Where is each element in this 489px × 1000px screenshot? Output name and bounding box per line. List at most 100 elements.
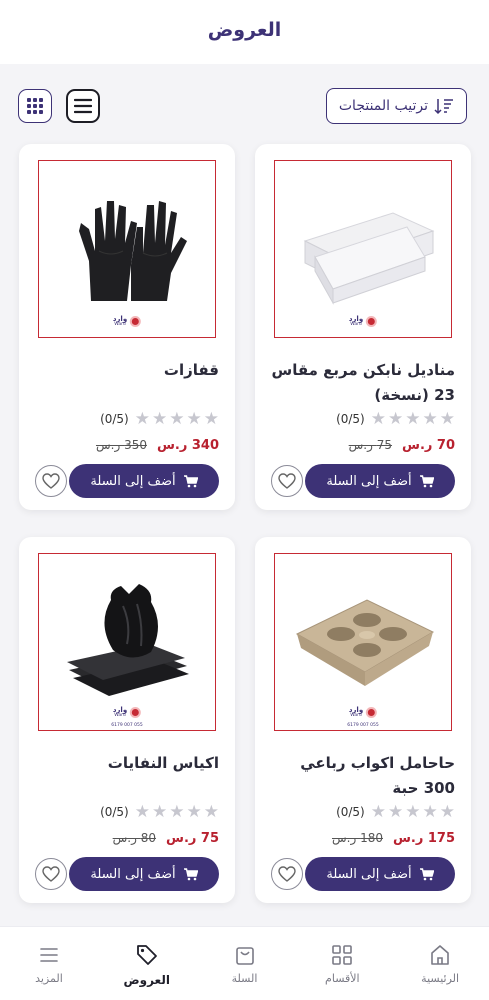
star-empty-icon: ★	[186, 801, 202, 822]
star-empty-icon: ★	[370, 408, 386, 429]
star-empty-icon: ★	[388, 408, 404, 429]
bottom-navigation: الرئيسية الأقسام السلة العروض المزيد	[0, 926, 489, 1000]
product-name[interactable]: مناديل نابكن مربع مقاس 23 (نسخة)	[271, 358, 455, 408]
cart-icon	[183, 867, 198, 880]
cup-holder-image	[295, 599, 435, 686]
price-row: 340 ر.س 350 ر.س	[35, 434, 219, 456]
add-to-cart-button[interactable]: أضف إلى السلة	[305, 857, 455, 891]
list-icon	[74, 98, 92, 114]
nav-label: الأقسام	[325, 972, 360, 985]
heart-icon	[42, 473, 60, 489]
add-to-cart-button[interactable]: أضف إلى السلة	[305, 464, 455, 498]
product-name[interactable]: اكياس النفايات	[35, 751, 219, 801]
sale-price: 175 ر.س	[392, 830, 455, 846]
napkins-image	[303, 212, 435, 305]
add-to-cart-button[interactable]: أضف إلى السلة	[69, 464, 219, 498]
rating-count: (0/5)	[100, 412, 129, 426]
home-icon	[431, 945, 449, 965]
sale-price: 340 ر.س	[156, 437, 219, 453]
nav-label: العروض	[123, 972, 170, 987]
nav-item-home[interactable]: الرئيسية	[395, 944, 485, 985]
card-actions: أضف إلى السلة	[271, 464, 455, 498]
product-grid: وارد Ward مناديل نابكن مربع مقاس 23 (نسخة…	[18, 144, 471, 903]
garbage-bags-image	[67, 584, 189, 696]
grid-view-button[interactable]	[18, 89, 52, 123]
favorite-button[interactable]	[271, 858, 303, 890]
nav-label: السلة	[231, 972, 258, 985]
star-empty-icon: ★	[405, 408, 421, 429]
star-empty-icon: ★	[152, 801, 168, 822]
app: العروض ترتيب المنتجات وارد Ward مناديل ن…	[0, 0, 489, 1000]
gloves-image	[79, 201, 187, 301]
product-name[interactable]: قفازات	[35, 358, 219, 408]
star-empty-icon: ★	[422, 801, 438, 822]
sort-icon	[434, 99, 453, 115]
product-card[interactable]: وارد Ward مناديل نابكن مربع مقاس 23 (نسخة…	[255, 144, 471, 510]
tag-icon	[136, 944, 157, 965]
star-empty-icon: ★	[134, 801, 150, 822]
add-to-cart-button[interactable]: أضف إلى السلة	[69, 857, 219, 891]
star-empty-icon: ★	[388, 801, 404, 822]
product-image: وارد Ward 055 007 6179	[274, 553, 452, 731]
nav-item-offers[interactable]: العروض	[102, 943, 192, 987]
page-title: العروض	[207, 19, 282, 41]
price-row: 75 ر.س 80 ر.س	[35, 827, 219, 849]
product-rating: ★ ★ ★ ★ ★ (0/5)	[35, 408, 219, 430]
categories-icon	[332, 945, 353, 965]
original-price: 350 ر.س	[95, 438, 147, 452]
menu-icon	[40, 948, 58, 962]
brand-logo: وارد Ward	[113, 315, 142, 328]
nav-item-more[interactable]: المزيد	[4, 944, 94, 985]
sale-price: 75 ر.س	[166, 830, 219, 846]
card-actions: أضف إلى السلة	[271, 857, 455, 891]
toolbar: ترتيب المنتجات	[18, 86, 467, 126]
star-empty-icon: ★	[203, 801, 219, 822]
original-price: 75 ر.س	[348, 438, 393, 452]
brand-logo: وارد Ward	[349, 706, 378, 719]
star-empty-icon: ★	[169, 801, 185, 822]
product-rating: ★ ★ ★ ★ ★ (0/5)	[35, 801, 219, 823]
price-row: 70 ر.س 75 ر.س	[271, 434, 455, 456]
product-rating: ★ ★ ★ ★ ★ (0/5)	[271, 408, 455, 430]
rating-count: (0/5)	[100, 805, 129, 819]
product-name[interactable]: حاحامل اكواب رباعي 300 حبة	[271, 751, 455, 801]
sale-price: 70 ر.س	[402, 437, 455, 453]
grid-icon	[27, 98, 43, 114]
star-empty-icon: ★	[370, 801, 386, 822]
star-empty-icon: ★	[169, 408, 185, 429]
brand-phone: 055 007 6179	[347, 723, 379, 728]
nav-label: المزيد	[35, 972, 63, 985]
sort-button[interactable]: ترتيب المنتجات	[325, 88, 467, 124]
brand-logo: وارد Ward	[113, 706, 142, 719]
heart-icon	[42, 866, 60, 882]
product-card[interactable]: وارد Ward 055 007 6179 حاحامل اكواب رباعي…	[255, 537, 471, 903]
nav-label: الرئيسية	[421, 972, 460, 985]
nav-item-cart[interactable]: السلة	[200, 944, 290, 985]
star-empty-icon: ★	[439, 408, 455, 429]
card-actions: أضف إلى السلة	[35, 464, 219, 498]
brand-phone: 055 007 6179	[111, 723, 143, 728]
original-price: 80 ر.س	[112, 831, 157, 845]
cart-icon	[419, 474, 434, 487]
top-bar: العروض	[0, 0, 489, 64]
product-rating: ★ ★ ★ ★ ★ (0/5)	[271, 801, 455, 823]
product-image: وارد Ward 055 007 6179	[38, 553, 216, 731]
rating-count: (0/5)	[336, 412, 365, 426]
star-empty-icon: ★	[186, 408, 202, 429]
favorite-button[interactable]	[271, 465, 303, 497]
product-card[interactable]: وارد Ward 055 007 6179 اكياس النفايات ★ ★ ★…	[19, 537, 235, 903]
heart-icon	[278, 866, 296, 882]
star-empty-icon: ★	[422, 408, 438, 429]
favorite-button[interactable]	[35, 465, 67, 497]
cart-icon	[419, 867, 434, 880]
list-view-button[interactable]	[66, 89, 100, 123]
star-empty-icon: ★	[134, 408, 150, 429]
nav-item-categories[interactable]: الأقسام	[297, 944, 387, 985]
view-toggles	[18, 89, 100, 123]
heart-icon	[278, 473, 296, 489]
favorite-button[interactable]	[35, 858, 67, 890]
product-card[interactable]: وارد Ward قفازات ★ ★ ★ ★ ★ (0/5) 340 ر.س 350 …	[19, 144, 235, 510]
product-image: وارد Ward	[38, 160, 216, 338]
star-empty-icon: ★	[152, 408, 168, 429]
star-empty-icon: ★	[203, 408, 219, 429]
